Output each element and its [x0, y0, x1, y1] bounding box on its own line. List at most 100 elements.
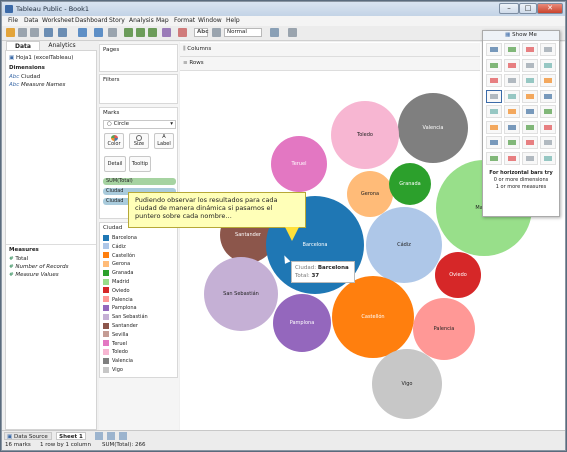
chart-type-icon[interactable] [486, 151, 502, 165]
legend-item[interactable]: Toledo [103, 348, 128, 356]
detail-button[interactable]: Detail [104, 156, 126, 172]
clear-sheet-icon[interactable] [108, 28, 117, 37]
chart-type-icon[interactable] [540, 120, 556, 134]
maximize-button[interactable]: □ [519, 3, 537, 14]
legend-item[interactable]: San Sebastián [103, 313, 148, 321]
chart-type-icon[interactable] [522, 58, 538, 72]
legend-item[interactable]: Oviedo [103, 287, 130, 295]
legend-item[interactable]: Madrid [103, 278, 129, 286]
bubble[interactable]: Toledo [331, 101, 399, 169]
legend-item[interactable]: Castellón [103, 252, 135, 260]
legend-item[interactable]: Palencia [103, 296, 133, 304]
new-dashboard-icon[interactable] [107, 432, 115, 440]
chart-type-icon[interactable] [504, 89, 520, 103]
chart-type-icon[interactable] [540, 58, 556, 72]
chart-type-icon[interactable] [486, 120, 502, 134]
chart-type-icon[interactable] [504, 74, 520, 87]
data-source-item[interactable]: ▣ Hoja1 (excelTableau) [9, 55, 73, 61]
menu-window[interactable]: Window [198, 17, 222, 24]
chart-type-icon[interactable] [486, 136, 502, 149]
filters-card[interactable]: Filters [99, 74, 178, 104]
bubble[interactable]: Teruel [271, 136, 327, 192]
bubble[interactable]: Vigo [372, 349, 442, 419]
chart-type-icon[interactable] [522, 43, 538, 56]
legend-item[interactable]: Granada [103, 269, 133, 277]
legend-item[interactable]: Santander [103, 322, 138, 330]
bubble[interactable]: Valencia [398, 93, 468, 163]
measure-item[interactable]: # Number of Records [9, 264, 68, 270]
menu-map[interactable]: Map [156, 17, 169, 24]
sort-descending-icon[interactable] [148, 28, 157, 37]
redo-icon[interactable] [30, 28, 39, 37]
chart-type-icon[interactable] [504, 105, 520, 118]
sum-total-pill[interactable]: SUM(Total) [103, 178, 176, 185]
share-icon[interactable] [288, 28, 297, 37]
tab-analytics[interactable]: Analytics [42, 41, 82, 50]
bubble[interactable]: Castellón [332, 276, 414, 358]
chart-type-icon[interactable] [522, 105, 538, 118]
chart-type-icon[interactable] [540, 136, 556, 149]
dimension-item[interactable]: Abc Ciudad [9, 74, 40, 80]
menu-file[interactable]: File [8, 17, 18, 24]
tableau-logo-icon[interactable] [6, 28, 15, 37]
chart-type-icon[interactable] [540, 89, 556, 103]
chart-type-icon[interactable] [522, 120, 538, 134]
chart-type-icon[interactable] [486, 105, 502, 118]
chart-type-icon[interactable] [504, 43, 520, 56]
pin-axes-icon[interactable] [212, 28, 221, 37]
data-source-tab[interactable]: ▣ Data Source [4, 432, 52, 440]
chart-type-icon[interactable] [522, 74, 538, 87]
label-button[interactable]: A Label [154, 133, 174, 149]
menu-dashboard[interactable]: Dashboard [75, 17, 108, 24]
chart-type-icon[interactable] [522, 151, 538, 165]
tab-data[interactable]: Data [6, 41, 40, 50]
measure-item[interactable]: # Total [9, 256, 28, 262]
chart-type-icon[interactable] [522, 136, 538, 149]
tooltip-button[interactable]: Tooltip [129, 156, 151, 172]
legend-item[interactable]: Sevilla [103, 331, 128, 339]
chart-type-icon[interactable] [540, 43, 556, 56]
color-button[interactable]: Color [104, 133, 124, 149]
new-story-icon[interactable] [119, 432, 127, 440]
mark-type-dropdown[interactable]: ○ Circle ▾ [103, 120, 176, 129]
new-worksheet-icon[interactable] [78, 28, 87, 37]
chart-type-icon[interactable] [540, 105, 556, 118]
highlight-icon[interactable] [178, 28, 187, 37]
menu-data[interactable]: Data [24, 17, 38, 24]
chart-type-icon[interactable] [504, 151, 520, 165]
measure-item[interactable]: # Measure Values [9, 272, 59, 278]
legend-item[interactable]: Valencia [103, 357, 133, 365]
legend-item[interactable]: Cádiz [103, 243, 126, 251]
bubble[interactable]: Oviedo [435, 252, 481, 298]
menu-story[interactable]: Story [109, 17, 125, 24]
bubble[interactable]: Cádiz [366, 207, 442, 283]
dimension-item[interactable]: Abc Measure Names [9, 82, 65, 88]
group-icon[interactable] [162, 28, 171, 37]
chart-type-icon[interactable] [540, 151, 556, 165]
menu-analysis[interactable]: Analysis [129, 17, 154, 24]
fit-dropdown[interactable]: Normal [224, 28, 262, 37]
menu-worksheet[interactable]: Worksheet [42, 17, 74, 24]
chart-type-icon[interactable] [540, 74, 556, 87]
bubble[interactable]: Granada [389, 163, 431, 205]
new-sheet-icon[interactable] [95, 432, 103, 440]
chart-type-icon[interactable] [486, 89, 502, 103]
chart-type-icon[interactable] [504, 58, 520, 72]
bubble[interactable]: Pamplona [273, 294, 331, 352]
chart-type-icon[interactable] [486, 43, 502, 56]
show-me-header[interactable]: ▦ Show Me [483, 31, 559, 41]
chart-type-icon[interactable] [504, 120, 520, 134]
legend-item[interactable]: Teruel [103, 340, 127, 348]
sheet-tab[interactable]: Sheet 1 [56, 432, 86, 440]
pause-updates-icon[interactable] [58, 28, 67, 37]
new-data-source-icon[interactable] [44, 28, 53, 37]
minimize-button[interactable]: – [499, 3, 519, 14]
legend-item[interactable]: Pamplona [103, 304, 137, 312]
chart-type-icon[interactable] [486, 74, 502, 87]
chart-type-icon[interactable] [504, 136, 520, 149]
size-button[interactable]: Size [129, 133, 149, 149]
chart-type-icon[interactable] [522, 89, 538, 103]
legend-item[interactable]: Barcelona [103, 234, 137, 242]
show-labels-button[interactable]: Abc [194, 28, 208, 37]
duplicate-sheet-icon[interactable] [94, 28, 103, 37]
